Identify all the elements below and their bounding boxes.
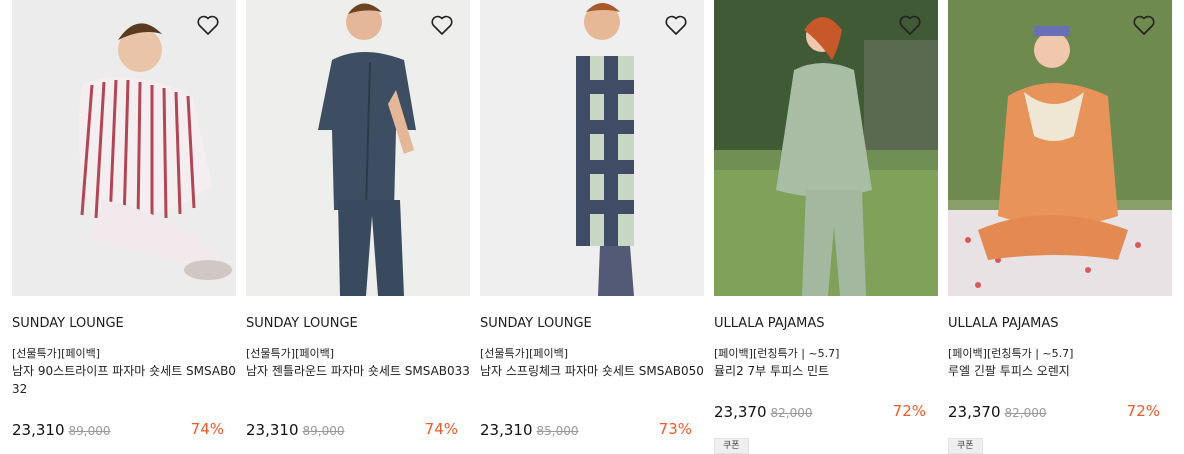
sale-price: 23,310 bbox=[480, 421, 533, 439]
product-name[interactable]: 뮬리2 7부 투피스 민트 bbox=[714, 362, 938, 380]
sale-price: 23,310 bbox=[246, 421, 299, 439]
price-row: 23,310 85,000 73% bbox=[480, 420, 704, 440]
price-row: 23,370 82,000 72% bbox=[948, 402, 1172, 422]
brand-name[interactable]: SUNDAY LOUNGE bbox=[12, 316, 236, 331]
heart-icon[interactable] bbox=[664, 14, 688, 36]
promo-tag: [페이백][런칭특가 | ~5.7] bbox=[714, 347, 840, 360]
brand-name[interactable]: ULLALA PAJAMAS bbox=[714, 316, 938, 331]
heart-icon[interactable] bbox=[196, 14, 220, 36]
promo-tag: [페이백][런칭특가 | ~5.7] bbox=[948, 347, 1074, 360]
brand-name[interactable]: ULLALA PAJAMAS bbox=[948, 316, 1172, 331]
price-row: 23,370 82,000 72% bbox=[714, 402, 938, 422]
sale-price: 23,370 bbox=[948, 403, 1001, 421]
promo-tag: [선물특가][페이백] bbox=[246, 347, 335, 360]
product-image[interactable] bbox=[948, 0, 1172, 296]
product-photo bbox=[12, 0, 236, 296]
discount-rate: 74% bbox=[424, 420, 458, 438]
product-card[interactable]: SUNDAY LOUNGE [선물특가][페이백] 남자 90스트라이프 파자마… bbox=[12, 0, 236, 439]
coupon-badge: 쿠폰 bbox=[714, 438, 749, 454]
product-card[interactable]: SUNDAY LOUNGE [선물특가][페이백] 남자 젠틀라운드 파자마 숏… bbox=[246, 0, 470, 439]
promo-tag: [선물특가][페이백] bbox=[480, 347, 569, 360]
promo-tag: [선물특가][페이백] bbox=[12, 347, 101, 360]
brand-name[interactable]: SUNDAY LOUNGE bbox=[480, 316, 704, 331]
heart-icon[interactable] bbox=[1132, 14, 1156, 36]
product-image[interactable] bbox=[246, 0, 470, 296]
heart-icon[interactable] bbox=[430, 14, 454, 36]
product-card[interactable]: ULLALA PAJAMAS [페이백][런칭특가 | ~5.7] 뮬리2 7부… bbox=[714, 0, 938, 454]
original-price: 89,000 bbox=[68, 424, 111, 438]
original-price: 85,000 bbox=[536, 424, 579, 438]
original-price: 82,000 bbox=[1004, 406, 1047, 420]
sale-price: 23,370 bbox=[714, 403, 767, 421]
product-card[interactable]: SUNDAY LOUNGE [선물특가][페이백] 남자 스프링체크 파자마 숏… bbox=[480, 0, 704, 439]
product-name[interactable]: 남자 스프링체크 파자마 숏세트 SMSAB050 bbox=[480, 362, 704, 380]
sale-price: 23,310 bbox=[12, 421, 65, 439]
product-photo bbox=[714, 0, 938, 296]
product-name[interactable]: 루엘 긴팔 투피스 오렌지 bbox=[948, 362, 1172, 380]
coupon-badge: 쿠폰 bbox=[948, 438, 983, 454]
product-image[interactable] bbox=[12, 0, 236, 296]
discount-rate: 74% bbox=[190, 420, 224, 438]
product-name[interactable]: 남자 90스트라이프 파자마 숏세트 SMSAB032 bbox=[12, 362, 236, 398]
product-photo bbox=[480, 0, 704, 296]
product-image[interactable] bbox=[480, 0, 704, 296]
original-price: 82,000 bbox=[770, 406, 813, 420]
discount-rate: 72% bbox=[892, 402, 926, 420]
product-image[interactable] bbox=[714, 0, 938, 296]
discount-rate: 73% bbox=[658, 420, 692, 438]
product-photo bbox=[246, 0, 470, 296]
product-grid: SUNDAY LOUNGE [선물특가][페이백] 남자 90스트라이프 파자마… bbox=[0, 0, 1184, 454]
brand-name[interactable]: SUNDAY LOUNGE bbox=[246, 316, 470, 331]
heart-icon[interactable] bbox=[898, 14, 922, 36]
discount-rate: 72% bbox=[1126, 402, 1160, 420]
price-row: 23,310 89,000 74% bbox=[12, 420, 236, 440]
original-price: 89,000 bbox=[302, 424, 345, 438]
product-photo bbox=[948, 0, 1172, 296]
product-card[interactable]: ULLALA PAJAMAS [페이백][런칭특가 | ~5.7] 루엘 긴팔 … bbox=[948, 0, 1172, 454]
product-name[interactable]: 남자 젠틀라운드 파자마 숏세트 SMSAB033 bbox=[246, 362, 470, 380]
price-row: 23,310 89,000 74% bbox=[246, 420, 470, 440]
